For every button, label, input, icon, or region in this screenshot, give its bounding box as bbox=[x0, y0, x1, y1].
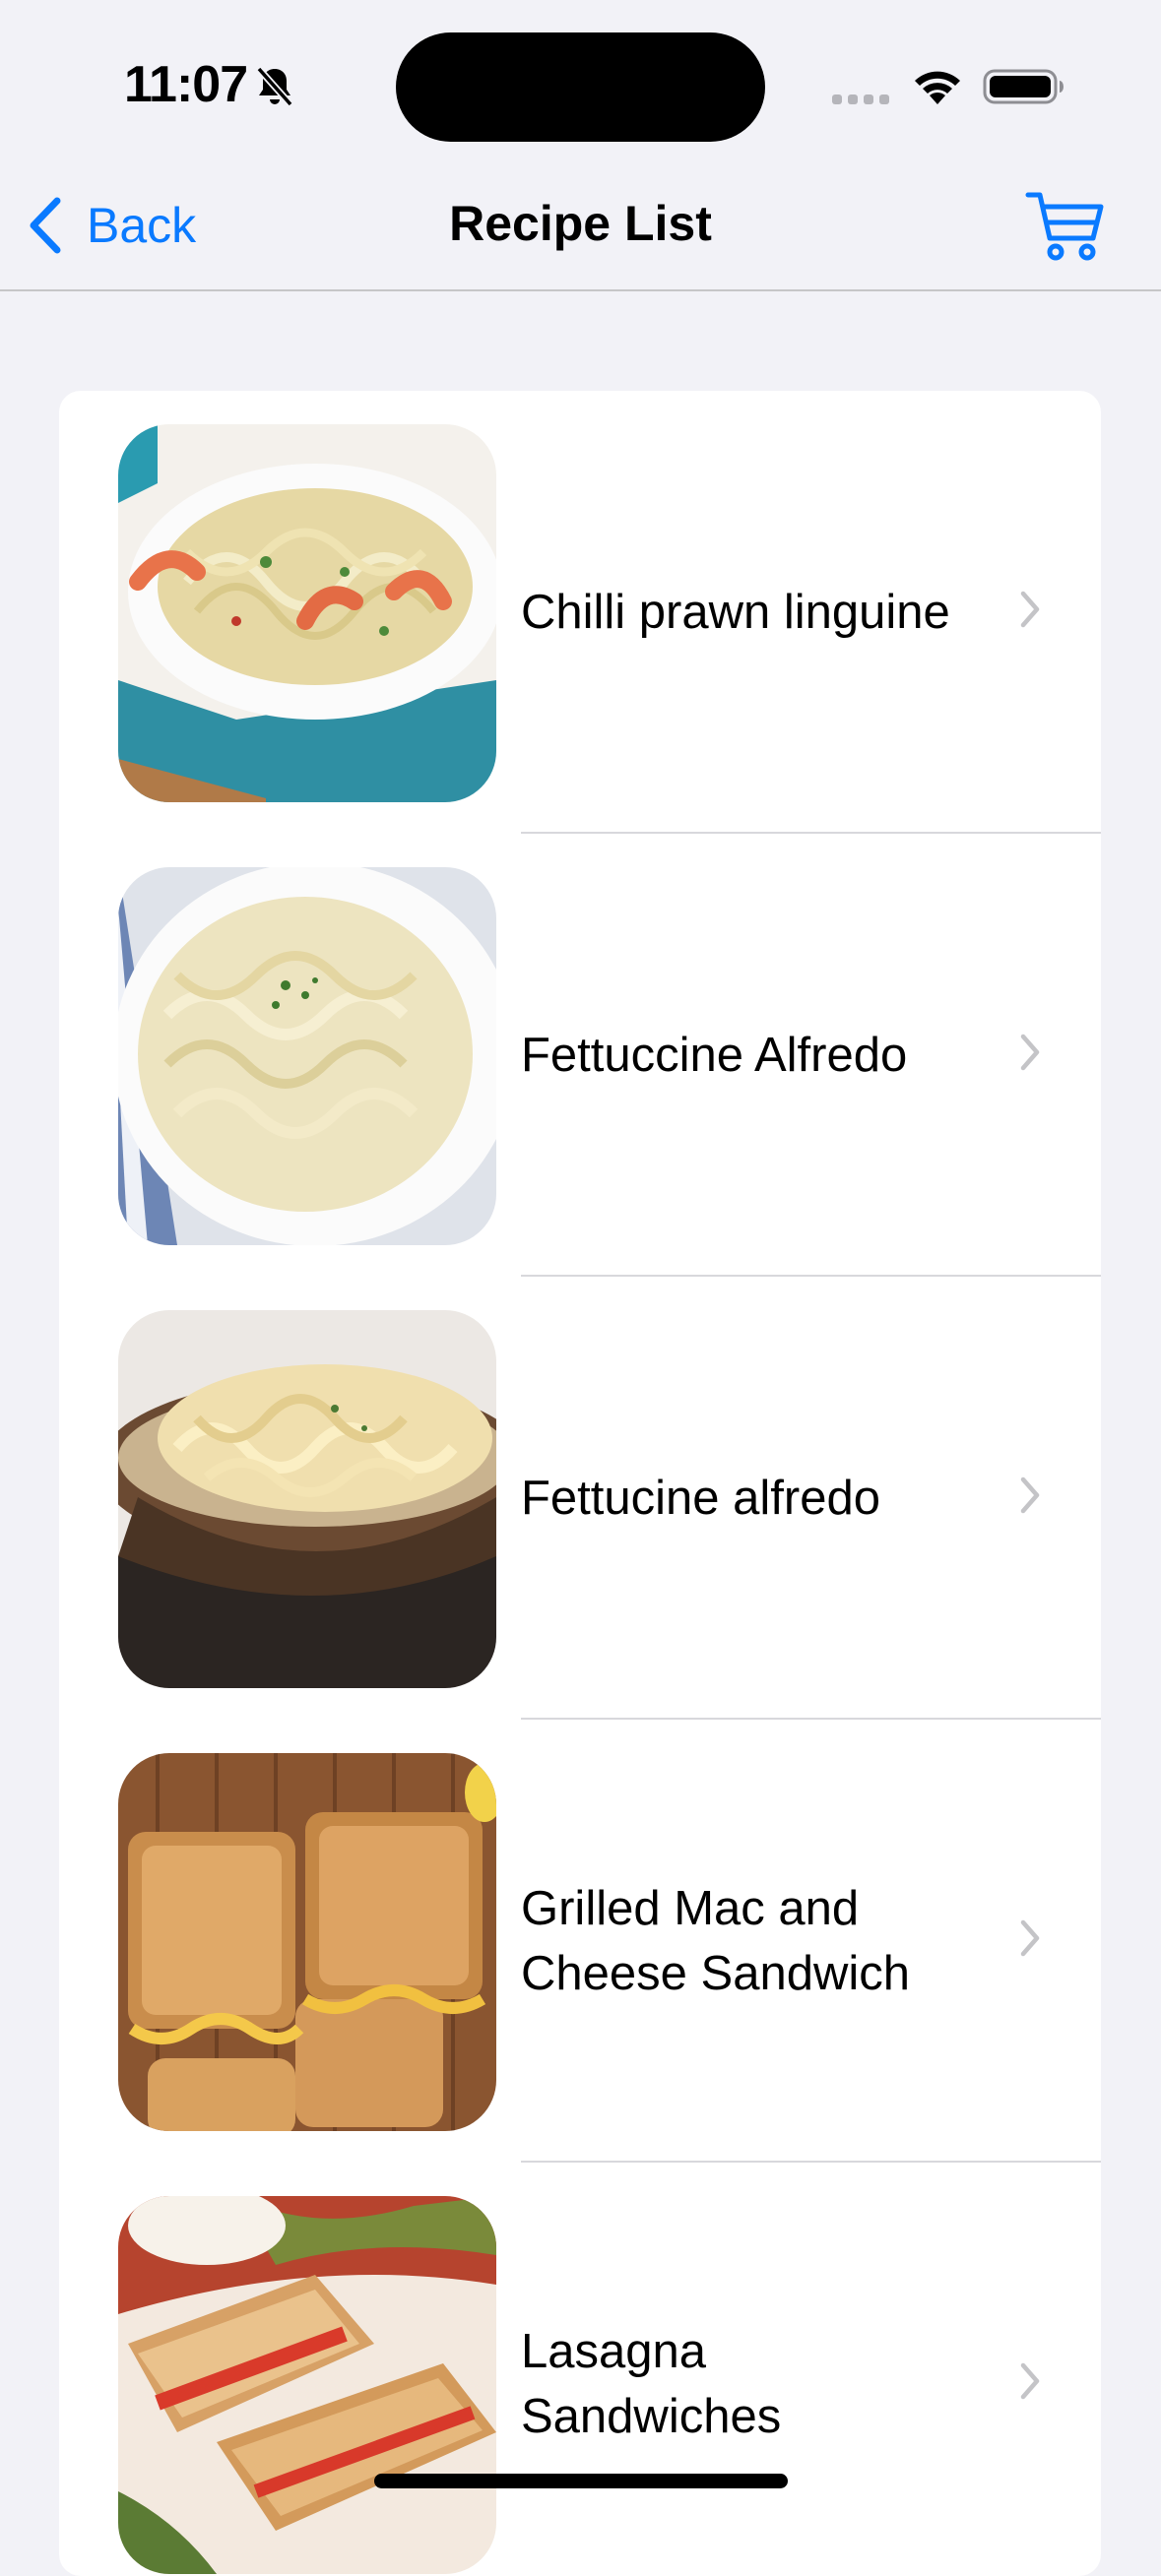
cart-icon[interactable] bbox=[1024, 187, 1107, 262]
battery-icon bbox=[983, 69, 1064, 104]
bell-slash-icon bbox=[256, 66, 293, 107]
status-bar: 11:07 bbox=[0, 0, 1161, 167]
recipe-name: Fettucine alfredo bbox=[521, 1472, 880, 1525]
dynamic-island bbox=[396, 32, 765, 142]
navigation-bar: Back Recipe List bbox=[0, 167, 1161, 291]
home-indicator[interactable] bbox=[374, 2474, 788, 2488]
wifi-icon bbox=[915, 71, 960, 104]
chevron-right-icon bbox=[1020, 591, 1040, 628]
chevron-right-icon bbox=[1020, 2362, 1040, 2400]
recipe-name: Chilli prawn linguine bbox=[521, 586, 950, 639]
chevron-right-icon bbox=[1020, 1919, 1040, 1957]
recipe-thumbnail bbox=[118, 424, 496, 802]
recipe-name: Lasagna Sandwiches bbox=[521, 2325, 782, 2443]
recipe-name: Grilled Mac and Cheese Sandwich bbox=[521, 1882, 910, 2000]
recipe-row[interactable]: Chilli prawn linguine bbox=[59, 391, 1101, 834]
recipe-thumbnail bbox=[118, 867, 496, 1245]
recipe-thumbnail bbox=[118, 1310, 496, 1688]
page-title: Recipe List bbox=[449, 196, 712, 251]
recipe-list: Chilli prawn linguine Fettuccine Alfredo… bbox=[59, 391, 1101, 2576]
recipe-row[interactable]: Fettuccine Alfredo bbox=[59, 834, 1101, 1277]
status-time: 11:07 bbox=[124, 56, 248, 113]
recipe-row[interactable]: Grilled Mac and Cheese Sandwich bbox=[59, 1720, 1101, 2163]
recipe-row[interactable]: Lasagna Sandwiches bbox=[59, 2163, 1101, 2576]
recipe-thumbnail bbox=[118, 1753, 496, 2131]
recipe-thumbnail bbox=[118, 2196, 496, 2574]
cellular-signal-icon bbox=[832, 94, 889, 104]
recipe-name: Fettuccine Alfredo bbox=[521, 1029, 908, 1082]
chevron-right-icon bbox=[1020, 1034, 1040, 1071]
chevron-right-icon bbox=[1020, 1476, 1040, 1514]
recipe-row[interactable]: Fettucine alfredo bbox=[59, 1277, 1101, 1720]
